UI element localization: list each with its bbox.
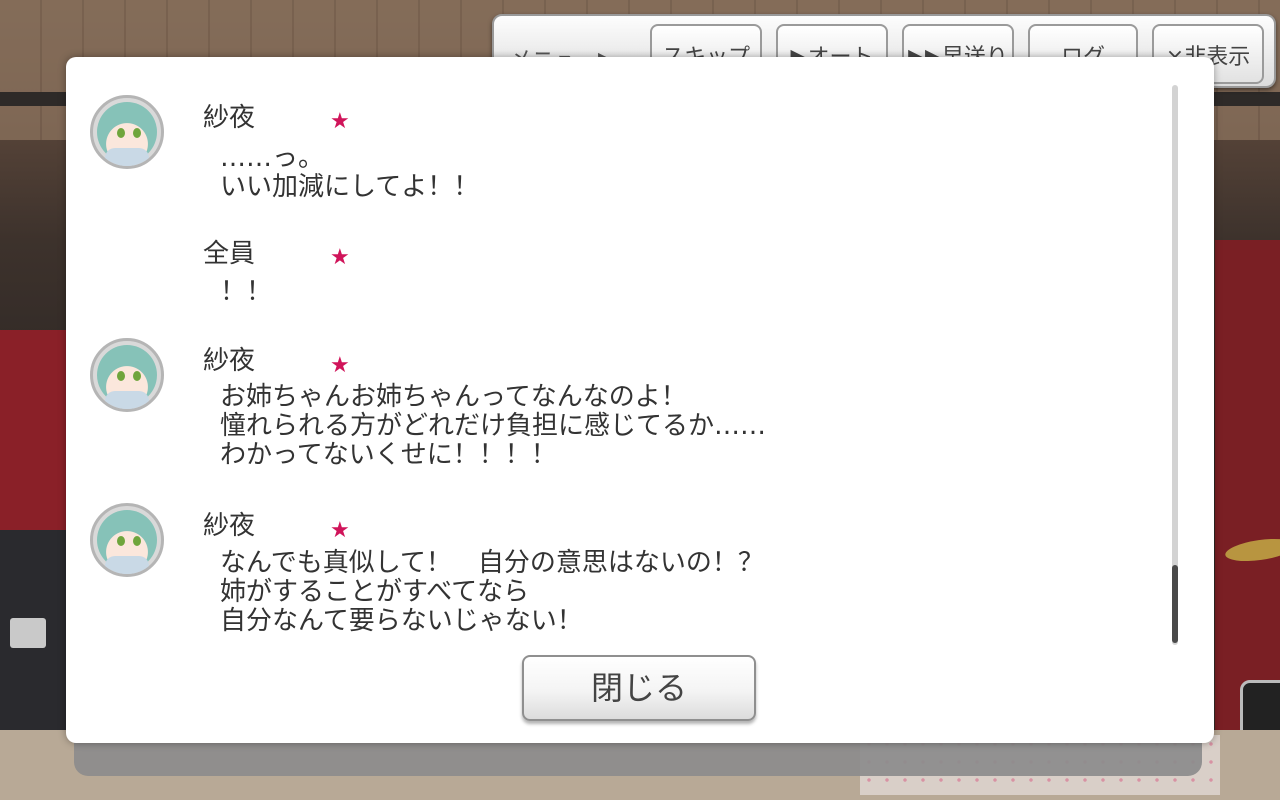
star-icon: ★ — [330, 353, 350, 378]
character-avatar-icon — [90, 95, 164, 169]
close-button[interactable]: 閉じる — [522, 655, 756, 721]
speaker-name: 紗夜 — [203, 511, 256, 541]
speaker-name: 全員 — [203, 239, 256, 269]
dialogue-text: ！！ — [220, 277, 273, 307]
star-icon: ★ — [330, 518, 350, 543]
character-avatar-icon — [90, 338, 164, 412]
dialogue-text: なんでも真似して！ 自分の意思はないの！？ 姉がすることがすべてなら 自分なんて… — [220, 548, 764, 636]
dialogue-text: お姉ちゃんお姉ちゃんってなんなのよ！ 憧れられる方がどれだけ負担に感じてるか……… — [220, 382, 767, 470]
log-scrollbar[interactable] — [1172, 85, 1178, 645]
scrollbar-thumb[interactable] — [1172, 565, 1178, 643]
speaker-name: 紗夜 — [203, 346, 256, 376]
dialogue-text: ……っ。 いい加減にしてよ！！ — [220, 143, 480, 202]
speaker-name: 紗夜 — [203, 103, 256, 133]
star-icon: ★ — [330, 109, 350, 134]
log-modal: 紗夜 ★ ……っ。 いい加減にしてよ！！ 全員 ★ ！！ 紗夜 ★ お姉ちゃんお… — [66, 57, 1214, 743]
door-handle — [10, 618, 46, 648]
character-avatar-icon — [90, 503, 164, 577]
star-icon: ★ — [330, 245, 350, 270]
